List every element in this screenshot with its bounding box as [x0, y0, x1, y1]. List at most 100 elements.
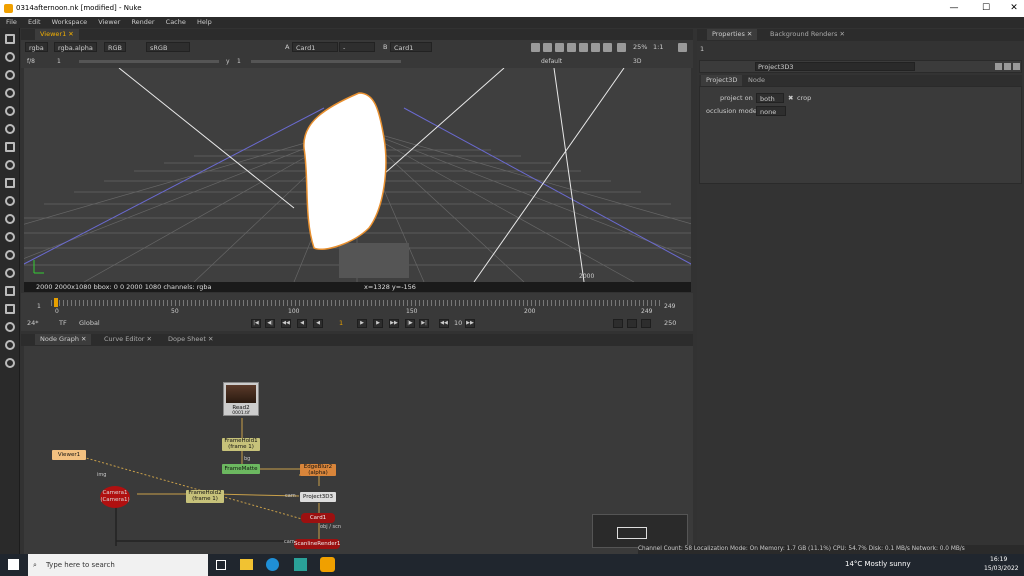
image-tools-icon[interactable]: [5, 34, 15, 44]
zoom-value[interactable]: 25%: [633, 40, 647, 55]
crop-checkbox[interactable]: ✖: [788, 94, 793, 102]
roi-icon[interactable]: [531, 43, 540, 52]
framehold1-node[interactable]: FrameHold1 (frame 1): [222, 438, 260, 451]
ratio-value[interactable]: 1:1: [653, 40, 663, 55]
tab-properties[interactable]: Properties ✕: [707, 29, 758, 40]
input-b-dropdown[interactable]: Card1: [390, 42, 432, 52]
input-a-dropdown[interactable]: Card1: [292, 42, 338, 52]
close-button[interactable]: ✕: [1000, 0, 1024, 17]
end-frame-field[interactable]: 250: [664, 319, 676, 327]
last-frame-button[interactable]: ▶|: [419, 319, 429, 328]
time-tools-icon[interactable]: [5, 70, 15, 80]
task-view-icon[interactable]: [216, 560, 226, 570]
proxy-icon[interactable]: [555, 43, 564, 52]
clock-date[interactable]: 15/03/2022: [984, 565, 1019, 572]
occlusion-dropdown[interactable]: none: [756, 106, 786, 116]
alpha-channel-dropdown[interactable]: rgba.alpha: [54, 42, 97, 52]
pause-icon[interactable]: [617, 43, 626, 52]
draw-tools-icon[interactable]: [5, 52, 15, 62]
viewer-process-dropdown[interactable]: sRGB: [146, 42, 190, 52]
camera-dropdown[interactable]: default: [541, 55, 562, 68]
prev-keyframe-button[interactable]: ◀|: [265, 319, 275, 328]
downres-icon[interactable]: [567, 43, 576, 52]
render-icon[interactable]: [627, 319, 637, 328]
other-tools-icon[interactable]: [5, 304, 15, 314]
scanlinerender-node[interactable]: ScanlineRender1: [294, 539, 340, 549]
next-frame-button[interactable]: ▶: [373, 319, 383, 328]
gain-frame-value[interactable]: 1: [57, 55, 61, 68]
framehold2-node[interactable]: FrameHold2 (frame 1): [186, 490, 224, 503]
help-icon[interactable]: [995, 63, 1002, 70]
gamma-y-value[interactable]: 1: [237, 55, 241, 68]
deep-tools-icon[interactable]: [5, 232, 15, 242]
range-dropdown[interactable]: Global: [79, 319, 100, 327]
play-forward-button[interactable]: ▶: [357, 319, 367, 328]
clock-time[interactable]: 16:19: [990, 556, 1007, 563]
maximize-button[interactable]: ☐: [972, 0, 1000, 17]
skip-forward-button[interactable]: ▶▶: [465, 319, 475, 328]
particles-tools-icon[interactable]: [5, 214, 15, 224]
max-panels-field[interactable]: 1: [700, 45, 704, 53]
clip-warning-icon[interactable]: [543, 43, 552, 52]
flipbook-icon[interactable]: [613, 319, 623, 328]
read-node[interactable]: Read2 0001.tif: [223, 382, 259, 416]
tf-dropdown[interactable]: TF: [59, 319, 67, 327]
camera-node[interactable]: Camera1 (Camera1): [100, 486, 130, 508]
color-tools-icon[interactable]: [5, 106, 15, 116]
metadata-tools-icon[interactable]: [5, 268, 15, 278]
cara-tools-icon[interactable]: [5, 340, 15, 350]
fps-dropdown[interactable]: 24*: [27, 319, 39, 327]
menu-file[interactable]: File: [6, 18, 17, 26]
edgeblur-node[interactable]: EdgeBlur2 (alpha): [300, 464, 336, 476]
3d-tools-icon[interactable]: [5, 196, 15, 206]
lut-icon[interactable]: [591, 43, 600, 52]
tab-node[interactable]: Node: [743, 75, 770, 86]
play-backward-button[interactable]: ◀: [313, 319, 323, 328]
node-graph-navigator[interactable]: [592, 514, 688, 548]
tab-background-renders[interactable]: Background Renders ✕: [765, 29, 850, 40]
tab-viewer1[interactable]: Viewer1 ✕: [35, 29, 79, 40]
nuke-taskbar-icon[interactable]: [320, 557, 335, 572]
toolsets-icon[interactable]: [5, 286, 15, 296]
project3d-node[interactable]: Project3D3: [300, 492, 336, 502]
timeline-ruler[interactable]: [51, 300, 661, 306]
menu-edit[interactable]: Edit: [28, 18, 41, 26]
windows-start-icon[interactable]: [8, 559, 19, 570]
merge-tools-icon[interactable]: [5, 160, 15, 170]
app-m-icon[interactable]: [294, 558, 307, 571]
furnace-tools-icon[interactable]: [5, 322, 15, 332]
menu-workspace[interactable]: Workspace: [52, 18, 88, 26]
tab-dope-sheet[interactable]: Dope Sheet ✕: [163, 334, 218, 345]
float-icon[interactable]: [1004, 63, 1011, 70]
gamma-slider[interactable]: [251, 60, 401, 63]
transform-tools-icon[interactable]: [5, 178, 15, 188]
loop-icon[interactable]: [641, 319, 651, 328]
project-on-dropdown[interactable]: both: [756, 93, 784, 103]
overlay-icon[interactable]: [603, 43, 612, 52]
first-frame-button[interactable]: |◀: [251, 319, 261, 328]
minimize-button[interactable]: —: [940, 0, 968, 17]
card-node[interactable]: Card1: [301, 513, 335, 523]
navigator-viewport[interactable]: [617, 527, 647, 539]
prev-frame-button[interactable]: ◀: [297, 319, 307, 328]
gain-fstop-value[interactable]: f/8: [27, 55, 35, 68]
node-graph-canvas[interactable]: Read2 0001.tif FrameHold1 (frame 1) Frame…: [24, 346, 693, 554]
file-explorer-icon[interactable]: [240, 559, 253, 570]
timeline[interactable]: 1 0 50 100 150 200 249 249: [21, 293, 693, 316]
channels-dropdown[interactable]: rgba: [25, 42, 48, 52]
increment-field[interactable]: 10: [454, 319, 462, 327]
menu-render[interactable]: Render: [131, 18, 154, 26]
menu-cache[interactable]: Cache: [166, 18, 186, 26]
menu-viewer[interactable]: Viewer: [98, 18, 120, 26]
viewer-canvas[interactable]: 2000: [24, 68, 691, 282]
weather-widget[interactable]: 14°C Mostly sunny: [845, 560, 911, 568]
gain-slider[interactable]: [79, 60, 219, 63]
timeline-end-field[interactable]: 249: [664, 303, 675, 310]
tab-node-graph[interactable]: Node Graph ✕: [35, 334, 92, 345]
keyer-tools-icon[interactable]: [5, 142, 15, 152]
views-tools-icon[interactable]: [5, 250, 15, 260]
wipe-mode-dropdown[interactable]: -: [339, 42, 375, 52]
close-panel-icon[interactable]: [1013, 63, 1020, 70]
taskbar-search-box[interactable]: ⌕ Type here to search: [28, 554, 208, 576]
ofx-tools-icon[interactable]: [5, 358, 15, 368]
